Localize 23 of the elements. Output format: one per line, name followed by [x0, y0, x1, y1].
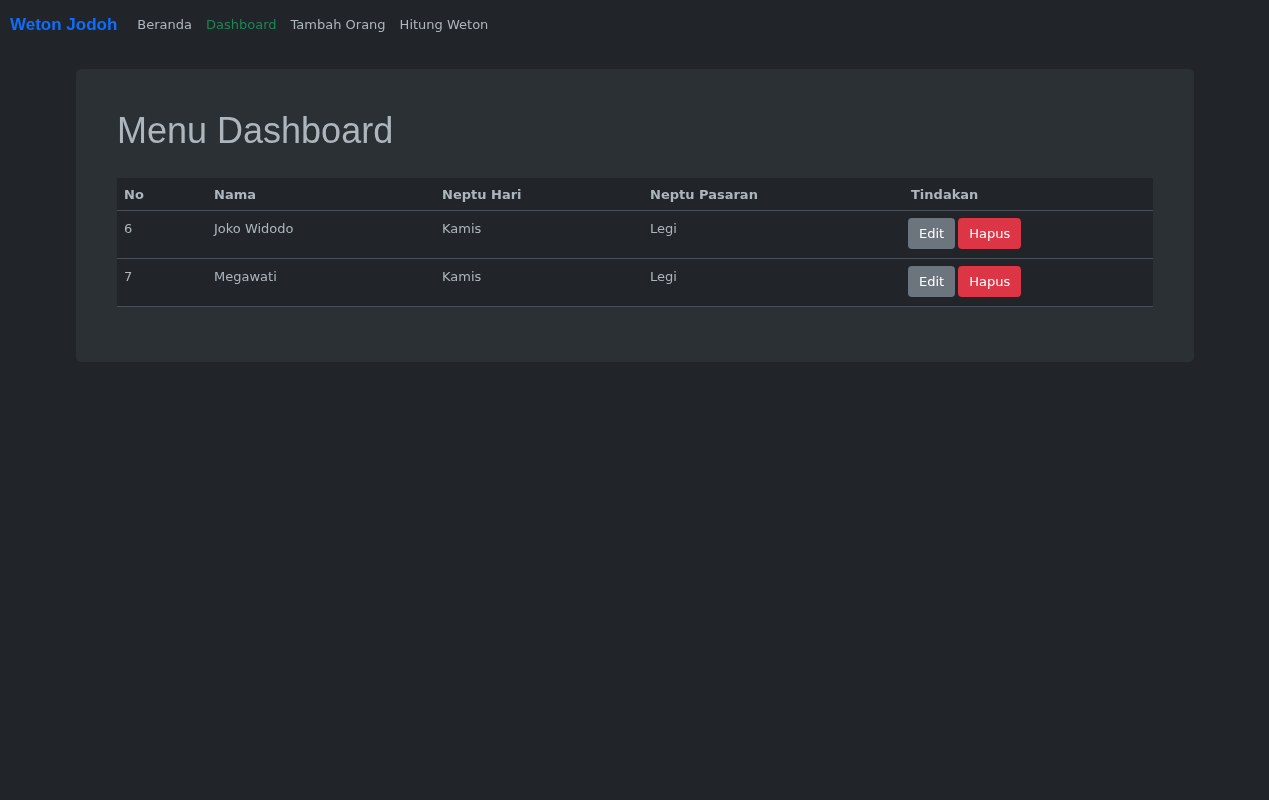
table-cell: Kamis — [435, 258, 643, 307]
nav-link[interactable]: Beranda — [137, 17, 193, 32]
page-heading: Menu Dashboard — [117, 110, 395, 152]
column-header: Neptu Hari — [435, 178, 643, 211]
column-header: No — [117, 178, 207, 211]
table-cell: Legi — [643, 258, 904, 307]
delete-button[interactable]: Hapus — [958, 266, 1022, 297]
table-cell: 7 — [117, 258, 207, 307]
column-header: Tindakan — [904, 178, 1153, 211]
table-cell: Megawati — [207, 258, 435, 307]
delete-button[interactable]: Hapus — [958, 218, 1022, 249]
table-cell: Legi — [643, 210, 904, 259]
table-cell: Joko Widodo — [207, 210, 435, 259]
column-header: Nama — [207, 178, 435, 211]
brand-link[interactable]: Weton Jodoh — [10, 14, 118, 35]
edit-button[interactable]: Edit — [908, 266, 956, 297]
table-cell: Kamis — [435, 210, 643, 259]
column-header: Neptu Pasaran — [643, 178, 904, 211]
nav-link[interactable]: Tambah Orang — [290, 17, 386, 32]
nav-link[interactable]: Dashboard — [206, 17, 277, 32]
edit-button[interactable]: Edit — [908, 218, 956, 249]
table-cell: 6 — [117, 210, 207, 259]
nav-link[interactable]: Hitung Weton — [399, 17, 489, 32]
